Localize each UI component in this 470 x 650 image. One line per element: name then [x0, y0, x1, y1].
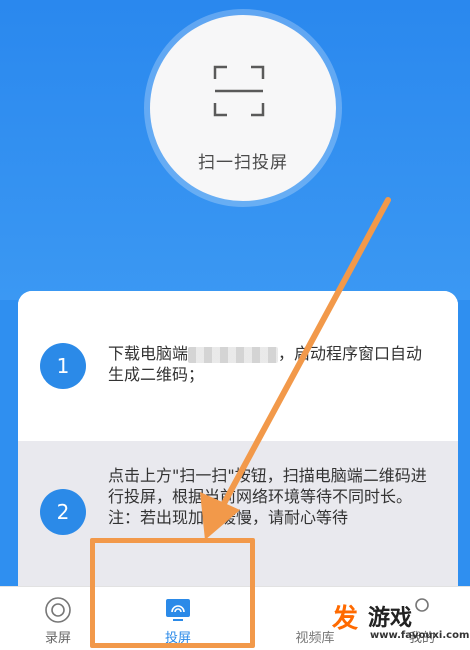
scan-to-cast-button[interactable]: 扫一扫投屏 — [150, 15, 336, 201]
watermark-title: 游戏 — [368, 606, 413, 631]
step-number-badge: 2 — [40, 489, 86, 535]
site-watermark: 发 游戏 www.favouxi.com — [330, 598, 470, 648]
scan-frame-icon — [213, 65, 265, 117]
watermark-url: www.favouxi.com — [370, 630, 470, 641]
watermark-logo: 发 — [332, 604, 359, 634]
step-text: 点击上方"扫一扫"按钮，扫描电脑端二维码进行投屏，根据当前网络环境等待不同时长。… — [108, 466, 427, 527]
step-text: 下载电脑端 ，启动程序窗口自动生成二维码； — [108, 343, 438, 385]
record-icon — [45, 597, 71, 623]
step-text-start: 下载电脑端 — [108, 344, 189, 363]
step-number-badge: 1 — [40, 343, 86, 389]
step-1: 1 下载电脑端 ，启动程序窗口自动生成二维码； — [18, 291, 458, 441]
blurred-app-name — [188, 346, 279, 363]
annotation-highlight-box — [90, 538, 255, 648]
scan-label: 扫一扫投屏 — [198, 153, 288, 173]
